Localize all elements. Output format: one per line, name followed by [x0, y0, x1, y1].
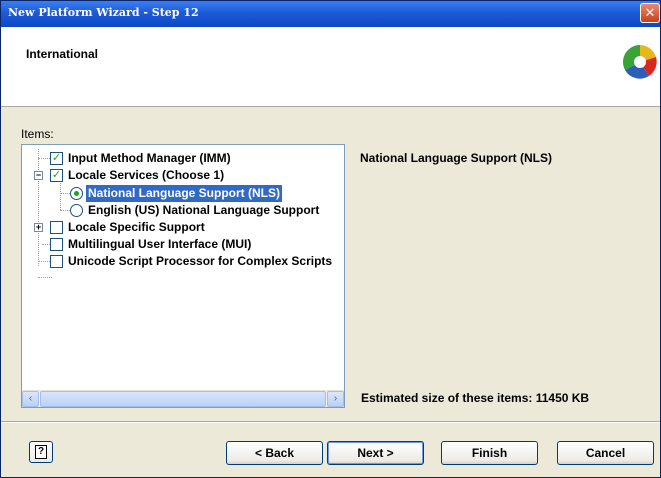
tree-line: [38, 277, 52, 278]
cancel-button[interactable]: Cancel: [557, 441, 654, 465]
tree-item[interactable]: Multilingual User Interface (MUI): [22, 236, 342, 253]
tree-item[interactable]: ✓ Input Method Manager (IMM): [22, 150, 342, 167]
collapse-icon[interactable]: −: [34, 171, 43, 180]
wizard-logo-icon: [623, 45, 657, 79]
items-label: Items:: [21, 127, 54, 141]
tree-item-label: Unicode Script Processor for Complex Scr…: [68, 254, 333, 268]
finish-button[interactable]: Finish: [441, 441, 538, 465]
tree-item-label: Multilingual User Interface (MUI): [68, 237, 252, 251]
expand-icon[interactable]: +: [34, 223, 43, 232]
radio-button[interactable]: [70, 187, 83, 200]
chevron-left-icon: ‹: [28, 393, 33, 404]
tree-item-label: Locale Services (Choose 1): [68, 168, 225, 182]
next-button[interactable]: Next >: [327, 441, 424, 465]
estimated-size: Estimated size of these items: 11450 KB: [361, 391, 590, 405]
scroll-right-button[interactable]: ›: [327, 391, 344, 407]
tree-item-label: English (US) National Language Support: [88, 203, 320, 217]
tree-item-label: Input Method Manager (IMM): [68, 151, 231, 165]
checkbox[interactable]: [50, 255, 63, 268]
back-button[interactable]: < Back: [226, 441, 323, 465]
tree-item[interactable]: National Language Support (NLS): [22, 185, 342, 202]
radio-button[interactable]: [70, 204, 83, 217]
scroll-left-button[interactable]: ‹: [22, 391, 39, 407]
window-title: New Platform Wizard - Step 12: [8, 6, 199, 19]
item-description: National Language Support (NLS): [360, 151, 552, 165]
horizontal-scrollbar[interactable]: ‹ ›: [22, 390, 344, 407]
tree-item[interactable]: Unicode Script Processor for Complex Scr…: [22, 253, 342, 270]
scroll-thumb[interactable]: [40, 391, 326, 407]
close-button[interactable]: ✕: [640, 3, 660, 23]
tree-item-label: Locale Specific Support: [68, 220, 205, 234]
wizard-header: International: [1, 27, 660, 107]
chevron-right-icon: ›: [333, 393, 338, 404]
close-icon: ✕: [644, 5, 656, 20]
button-separator: [1, 421, 660, 423]
wizard-window: New Platform Wizard - Step 12 ✕ Internat…: [0, 0, 661, 478]
checkbox[interactable]: [50, 238, 63, 251]
items-tree[interactable]: ✓ Input Method Manager (IMM) − ✓ Locale …: [21, 144, 345, 408]
checkbox[interactable]: [50, 221, 63, 234]
tree-item[interactable]: English (US) National Language Support: [22, 202, 342, 219]
tree-item[interactable]: − ✓ Locale Services (Choose 1): [22, 167, 342, 184]
tree-item[interactable]: + Locale Specific Support: [22, 219, 342, 236]
page-title: International: [26, 47, 99, 61]
checkbox[interactable]: ✓: [50, 152, 63, 165]
title-bar[interactable]: New Platform Wizard - Step 12 ✕: [1, 1, 660, 27]
help-icon: ?: [35, 445, 47, 459]
help-button[interactable]: ?: [29, 441, 53, 463]
tree-item-label: National Language Support (NLS): [86, 185, 282, 202]
checkbox[interactable]: ✓: [50, 169, 63, 182]
